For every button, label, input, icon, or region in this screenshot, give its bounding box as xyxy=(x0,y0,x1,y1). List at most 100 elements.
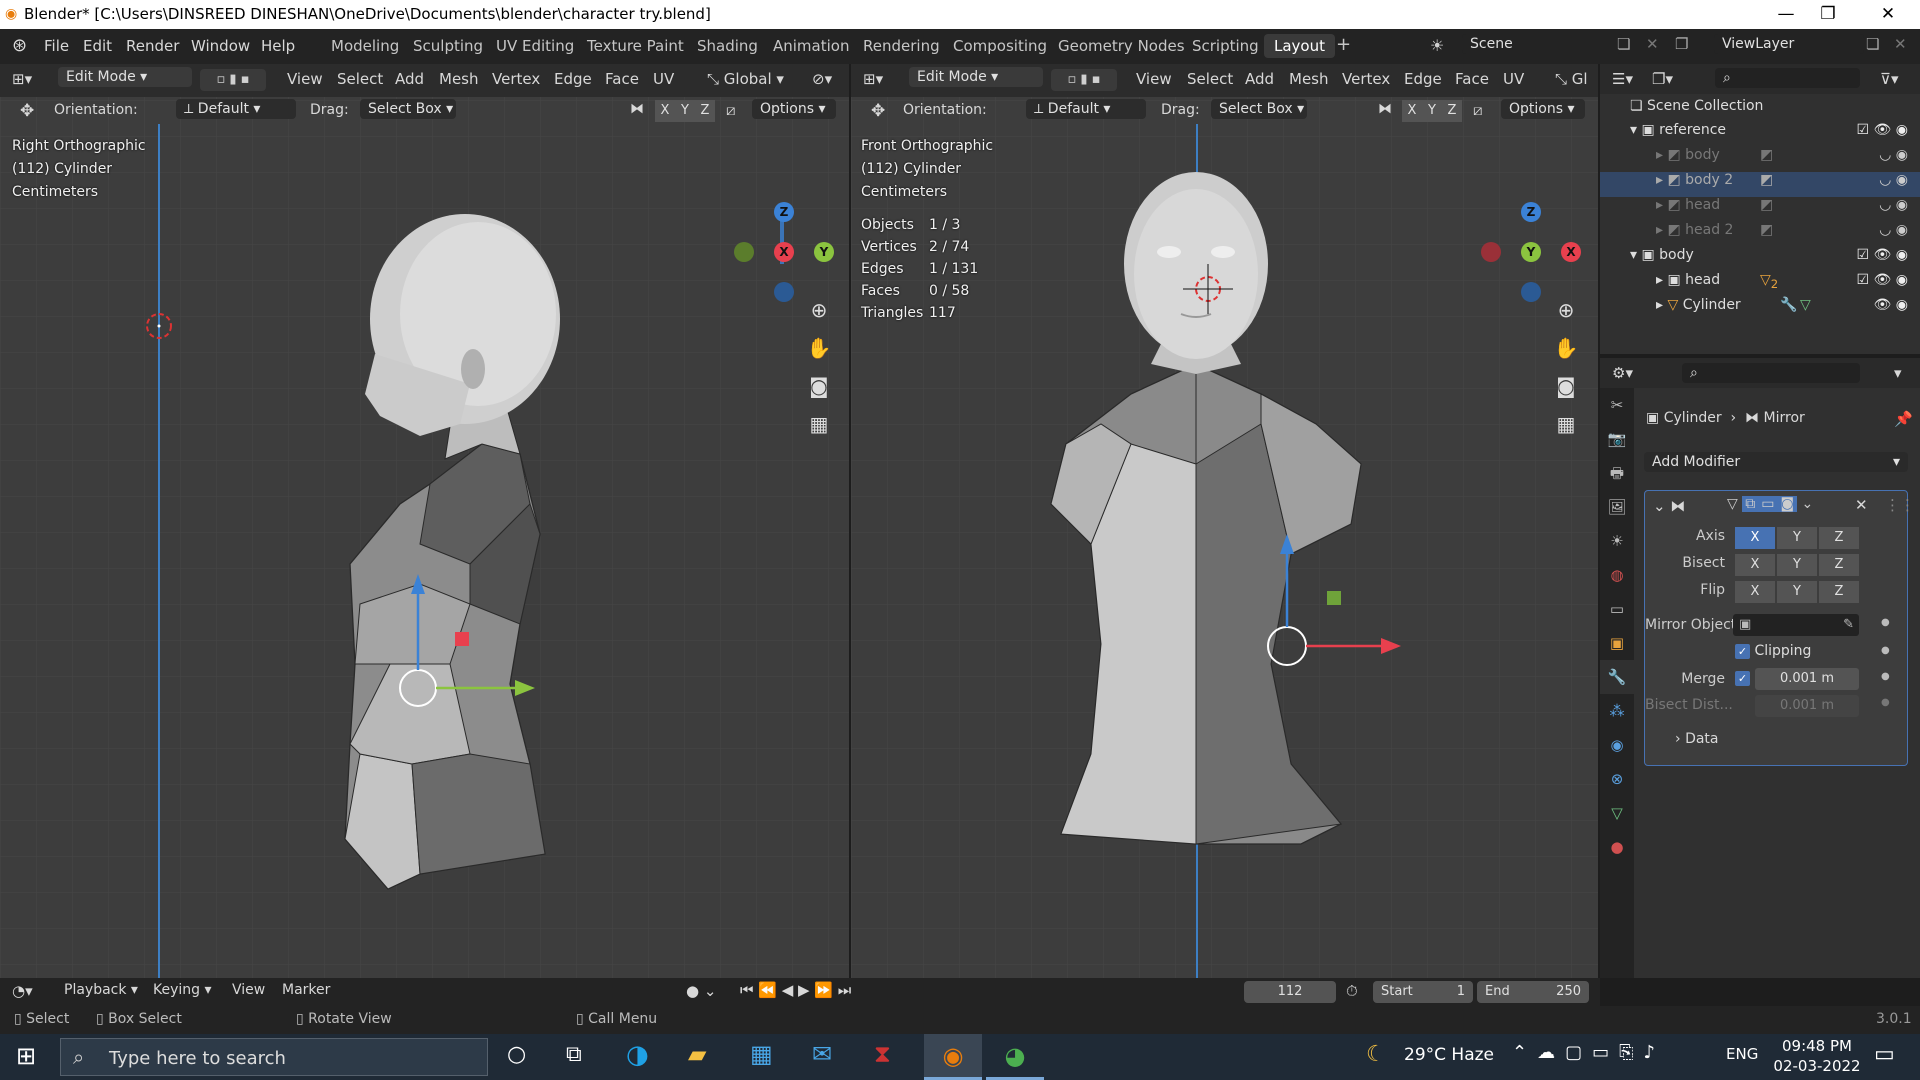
right-orientation-dropdown[interactable]: ⟂ Default ▾ xyxy=(1026,99,1146,119)
outliner-row-body-collection[interactable]: ▾ ▣ body ☑ 👁 ◉ xyxy=(1600,247,1920,272)
current-frame-field[interactable]: 112 xyxy=(1244,981,1336,1003)
task-view-icon[interactable]: ⧉ xyxy=(566,1042,582,1067)
weather-text[interactable]: 29°C Haze xyxy=(1404,1045,1494,1065)
right-pan-hand-icon[interactable]: ✋ xyxy=(1550,332,1582,364)
left-camera-icon[interactable]: ◙ xyxy=(803,370,835,402)
left-snap-icon[interactable]: ⊘▾ xyxy=(812,70,832,88)
scene-tab-icon[interactable]: ☀ xyxy=(1600,524,1634,558)
left-menu-uv[interactable]: UV xyxy=(653,70,674,88)
tab-compositing[interactable]: Compositing xyxy=(953,37,1047,55)
outliner-search-input[interactable]: ⌕ xyxy=(1715,68,1860,88)
bisect-z-toggle[interactable]: Z xyxy=(1819,554,1859,576)
tab-rendering[interactable]: Rendering xyxy=(863,37,940,55)
menu-file[interactable]: File xyxy=(44,37,69,55)
left-orientation-dropdown[interactable]: ⟂ Default ▾ xyxy=(176,99,296,119)
outliner-row-head-2[interactable]: ▸ ◩ head 2 ◩ ◡ ◉ xyxy=(1600,222,1920,247)
flip-z-toggle[interactable]: Z xyxy=(1819,581,1859,603)
tab-texture-paint[interactable]: Texture Paint xyxy=(587,37,684,55)
left-menu-face[interactable]: Face xyxy=(605,70,639,88)
right-zoom-icon[interactable]: ⊕ xyxy=(1550,294,1582,326)
bisect-y-toggle[interactable]: Y xyxy=(1777,554,1817,576)
tab-uv-editing[interactable]: UV Editing xyxy=(496,37,574,55)
outliner-row-head[interactable]: ▸ ◩ head ◩ ◡ ◉ xyxy=(1600,197,1920,222)
right-axis-y[interactable]: Y xyxy=(1422,100,1442,122)
close-button[interactable]: ✕ xyxy=(1860,0,1916,29)
right-gizmo-x-axis[interactable]: X xyxy=(1561,242,1581,262)
timeline-view-menu[interactable]: View xyxy=(232,982,265,998)
edge-browser-icon[interactable]: ◑ xyxy=(626,1040,649,1070)
scene-collection-row[interactable]: ❏ Scene Collection xyxy=(1630,98,1763,123)
right-options-dropdown[interactable]: Options ▾ xyxy=(1501,99,1585,119)
outliner-editor-icon[interactable]: ☰▾ xyxy=(1612,70,1633,88)
tab-modeling[interactable]: Modeling xyxy=(331,37,399,55)
outliner-filter-icon[interactable]: ⊽▾ xyxy=(1880,70,1899,88)
chrome-taskbar-button[interactable]: ◕ xyxy=(986,1034,1044,1080)
right-menu-mesh[interactable]: Mesh xyxy=(1289,70,1329,88)
outliner-row-cylinder[interactable]: ▸ ▽ Cylinder 🔧 ▽ 👁 ◉ xyxy=(1600,297,1920,322)
bisect-distance-field[interactable]: 0.001 m xyxy=(1755,695,1859,717)
view-layer-icon[interactable]: ❐ xyxy=(1675,35,1688,53)
left-menu-select[interactable]: Select xyxy=(337,70,383,88)
blender-taskbar-button[interactable]: ◉ xyxy=(924,1034,982,1080)
left-menu-view[interactable]: View xyxy=(287,70,323,88)
modifier-tab-icon[interactable]: 🔧 xyxy=(1600,660,1634,694)
playback-menu[interactable]: Playback ▾ xyxy=(64,982,138,998)
preview-range-icon[interactable]: ⏱ xyxy=(1346,982,1358,1000)
left-gizmo-neg-y[interactable] xyxy=(734,242,754,262)
right-gizmo-z-axis[interactable]: Z xyxy=(1521,202,1541,222)
outliner-row-body-2[interactable]: ▸ ◩ body 2 ◩ ◡ ◉ xyxy=(1600,172,1920,197)
left-mirror-icon[interactable]: ⧓ xyxy=(630,101,644,117)
left-select-mode-icons[interactable]: ▫ ▮ ▪ xyxy=(200,69,266,91)
marker-menu[interactable]: Marker xyxy=(282,982,330,998)
merge-distance-field[interactable]: 0.001 m xyxy=(1755,668,1859,690)
mirror-object-field[interactable]: ▣ ✎ xyxy=(1733,614,1859,636)
menu-render[interactable]: Render xyxy=(126,37,179,55)
clock-time[interactable]: 09:48 PM xyxy=(1782,1037,1852,1055)
left-viewport[interactable]: ⊞▾ Edit Mode ▾ ▫ ▮ ▪ View Select Add Mes… xyxy=(0,64,849,978)
right-menu-select[interactable]: Select xyxy=(1187,70,1233,88)
right-axis-x[interactable]: X xyxy=(1402,100,1422,122)
cortana-icon[interactable]: ○ xyxy=(507,1042,526,1067)
modifier-remove-icon[interactable]: ✕ xyxy=(1855,496,1868,514)
left-transform-orientation[interactable]: ⤡ Global ▾ xyxy=(707,70,784,88)
axis-z-toggle[interactable]: Z xyxy=(1819,527,1859,549)
right-menu-edge[interactable]: Edge xyxy=(1404,70,1442,88)
view-layer-tab-icon[interactable]: 🖼 xyxy=(1600,490,1634,524)
left-gizmo-neg-z[interactable] xyxy=(774,282,794,302)
delete-view-layer-icon[interactable]: ✕ xyxy=(1894,35,1907,53)
output-tab-icon[interactable]: 🖶 xyxy=(1600,456,1634,490)
modifier-edit-mode-icons[interactable]: ▽ ⧉ ▭ ◙ ⌄ xyxy=(1727,496,1813,512)
tab-shading[interactable]: Shading xyxy=(697,37,758,55)
left-axis-x[interactable]: X xyxy=(655,100,675,122)
right-mirror-icon[interactable]: ⧓ xyxy=(1378,101,1392,117)
left-mode-selector[interactable]: Edit Mode ▾ xyxy=(58,67,192,87)
render-tab-icon[interactable]: 📷 xyxy=(1600,422,1634,456)
properties-editor-icon[interactable]: ⚙▾ xyxy=(1612,364,1633,382)
game-app-icon[interactable]: ⧗ xyxy=(874,1040,891,1068)
axis-x-toggle[interactable]: X xyxy=(1735,527,1775,549)
taskbar-search-input[interactable]: ⌕ Type here to search xyxy=(60,1038,488,1076)
right-menu-view[interactable]: View xyxy=(1136,70,1172,88)
tab-scripting[interactable]: Scripting xyxy=(1192,37,1259,55)
right-menu-uv[interactable]: UV xyxy=(1503,70,1524,88)
data-tab-icon[interactable]: ▽ xyxy=(1600,796,1634,830)
new-scene-icon[interactable]: ❏ xyxy=(1617,35,1630,53)
modifier-collapse-icon[interactable]: ⌄ ⧓ xyxy=(1653,497,1685,515)
end-frame-field[interactable]: End 250 xyxy=(1477,981,1589,1003)
timeline-editor-icon[interactable]: ◔▾ xyxy=(12,982,33,1000)
right-drag-dropdown[interactable]: Select Box ▾ xyxy=(1211,99,1307,119)
right-auto-merge-icon[interactable]: ⧄ xyxy=(1473,101,1483,119)
right-menu-add[interactable]: Add xyxy=(1245,70,1274,88)
modifier-drag-handle[interactable]: ⋮⋮ xyxy=(1885,496,1915,514)
playback-controls[interactable]: ⏮ ⏪ ◀ ▶ ⏩ ⏭ xyxy=(740,981,851,999)
left-menu-add[interactable]: Add xyxy=(395,70,424,88)
data-subpanel-toggle[interactable]: › Data xyxy=(1675,731,1719,747)
left-menu-mesh[interactable]: Mesh xyxy=(439,70,479,88)
left-gizmo-x-axis[interactable]: X xyxy=(774,242,794,262)
start-frame-field[interactable]: Start 1 xyxy=(1373,981,1473,1003)
left-drag-dropdown[interactable]: Select Box ▾ xyxy=(360,99,456,119)
weather-icon[interactable]: ☾ xyxy=(1366,1042,1386,1067)
left-menu-edge[interactable]: Edge xyxy=(554,70,592,88)
properties-options-icon[interactable]: ▾ xyxy=(1894,364,1902,382)
outliner-row-reference[interactable]: ▾ ▣ reference ☑ 👁 ◉ xyxy=(1600,122,1920,147)
